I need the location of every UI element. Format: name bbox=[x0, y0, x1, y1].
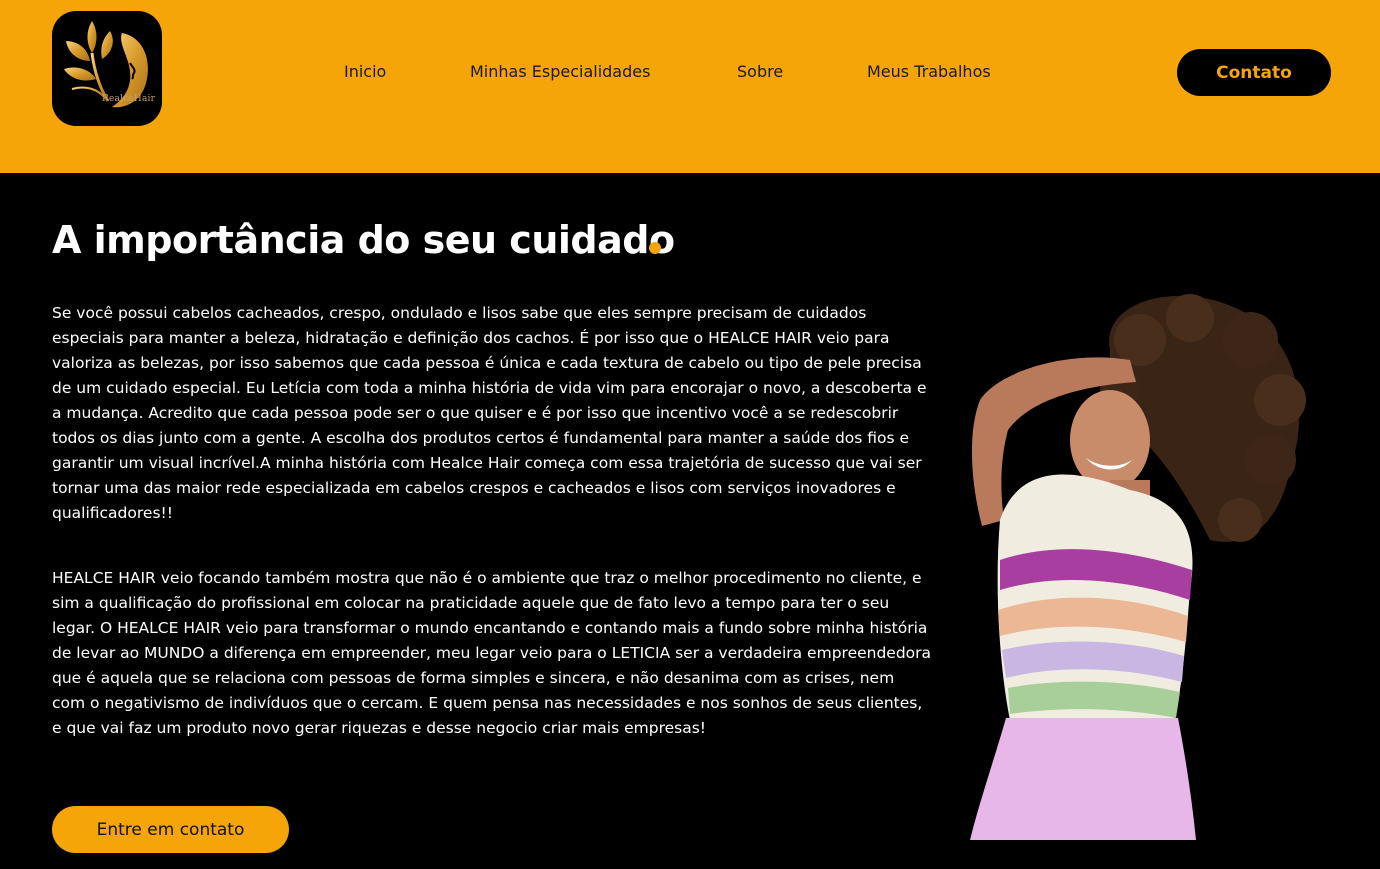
leaf-face-logo-icon bbox=[64, 21, 148, 108]
get-in-touch-button[interactable]: Entre em contato bbox=[52, 806, 289, 853]
nav-link-sobre[interactable]: Sobre bbox=[737, 62, 783, 82]
intro-paragraph: Se você possui cabelos cacheados, crespo… bbox=[52, 304, 927, 522]
title-accent-dot bbox=[649, 242, 661, 254]
nav-link-inicio[interactable]: Inicio bbox=[344, 62, 386, 82]
contact-button[interactable]: Contato bbox=[1177, 49, 1331, 96]
brand-logo[interactable]: RealceHair bbox=[52, 11, 162, 126]
story-paragraph: HEALCE HAIR veio focando também mostra q… bbox=[52, 569, 932, 737]
woman-portrait-image bbox=[970, 294, 1306, 840]
nav-link-trabalhos[interactable]: Meus Trabalhos bbox=[867, 62, 991, 82]
section-title: A importância do seu cuidado bbox=[52, 218, 675, 262]
logo-wordmark: RealceHair bbox=[102, 94, 156, 104]
site-header: RealceHair Inicio Minhas Especialidades … bbox=[0, 0, 1380, 173]
nav-link-especialidades[interactable]: Minhas Especialidades bbox=[470, 62, 650, 82]
